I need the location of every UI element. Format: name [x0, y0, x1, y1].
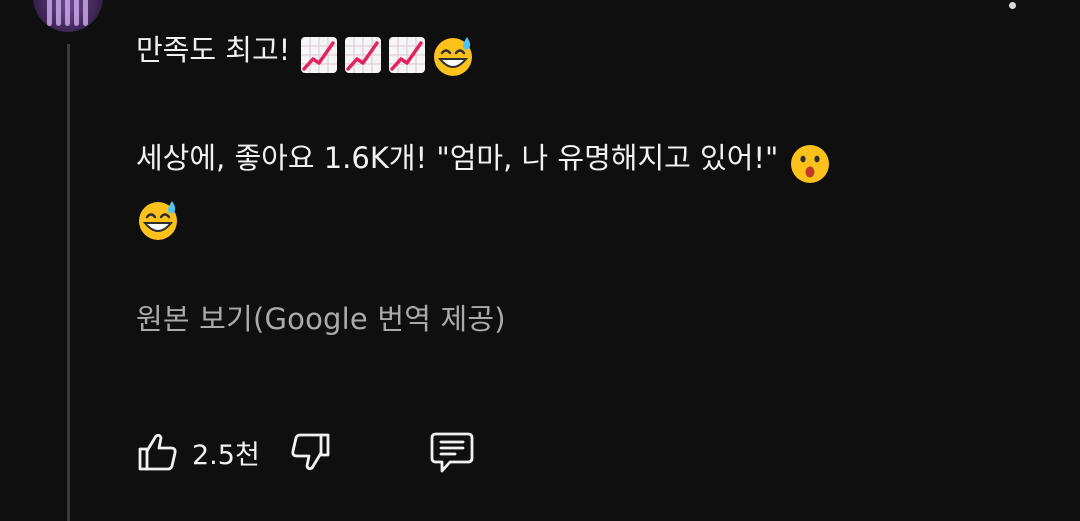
dislike-button[interactable]	[288, 430, 332, 474]
comment-text-2: 세상에, 좋아요 1.6K개! "엄마, 나 유명해지고 있어!"	[136, 141, 779, 175]
chart-increasing-emoji	[387, 34, 431, 82]
see-original-link[interactable]: 원본 보기(Google 번역 제공)	[136, 296, 506, 338]
chart-increasing-emoji	[299, 34, 343, 82]
thumbs-up-icon	[138, 433, 177, 471]
grinning-sweat-emoji	[136, 198, 180, 246]
thread-line	[67, 44, 70, 521]
like-button[interactable]: 2.5천	[136, 430, 288, 474]
thumbs-down-icon	[291, 433, 330, 471]
hushed-face-emoji	[788, 142, 832, 190]
comment-view: 만족도 최고! 세상에, 좋아요 1.6K개! "엄마, 나 유명해지고 있어!…	[0, 0, 1080, 521]
reply-icon	[430, 432, 474, 473]
comment-line-1: 만족도 최고!	[136, 26, 1016, 82]
comment-body: 만족도 최고! 세상에, 좋아요 1.6K개! "엄마, 나 유명해지고 있어!…	[136, 26, 1016, 246]
avatar[interactable]	[33, 0, 103, 32]
grinning-sweat-emoji	[431, 34, 475, 82]
chart-increasing-emoji	[343, 34, 387, 82]
reply-button[interactable]	[428, 428, 476, 476]
comment-header-cropped	[138, 0, 626, 6]
comment-actions: 2.5천	[136, 428, 476, 476]
comment-line-2: 세상에, 좋아요 1.6K개! "엄마, 나 유명해지고 있어!"	[136, 134, 1016, 246]
like-count: 2.5천	[192, 439, 260, 471]
more-options-icon[interactable]	[1000, 0, 1024, 20]
comment-text-1: 만족도 최고!	[136, 33, 291, 67]
